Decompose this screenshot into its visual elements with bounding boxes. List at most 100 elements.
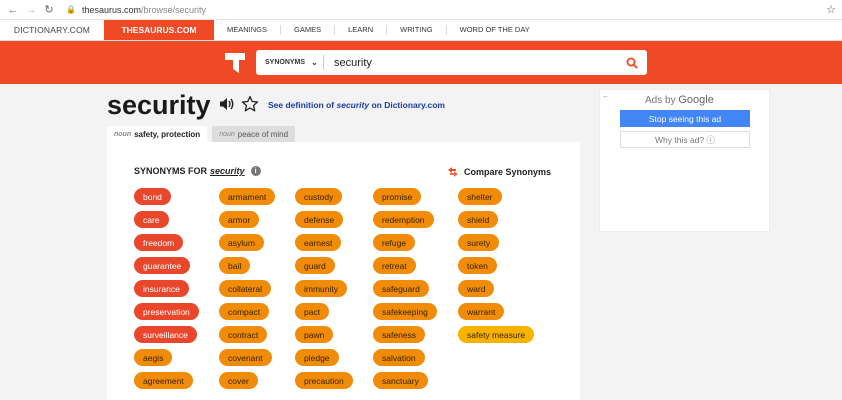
synonym-pill[interactable]: earnest (295, 234, 342, 251)
search-box: SYNONYMS ⌄ (256, 50, 647, 75)
tab-pos: noun (114, 130, 132, 138)
stop-seeing-ad-button[interactable]: Stop seeing this ad (620, 110, 750, 127)
synonym-pill[interactable]: surety (458, 234, 500, 251)
bookmark-star-icon[interactable]: ☆ (826, 3, 836, 16)
synonym-pill[interactable]: aegis (134, 349, 173, 366)
synonym-column-2: armament armor asylum bail collateral compact… (219, 188, 276, 395)
thesaurus-logo-icon[interactable] (224, 51, 246, 75)
back-arrow-icon[interactable]: ← (6, 3, 20, 17)
reload-icon[interactable]: ↻ (42, 3, 56, 17)
def-link-word: security (336, 100, 370, 110)
synonym-pill[interactable]: guarantee (134, 257, 191, 274)
chevron-down-icon: ⌄ (311, 58, 318, 67)
thesaurus-tab[interactable]: THESAURUS.COM (104, 20, 214, 40)
synonym-pill[interactable]: sanctuary (373, 372, 428, 389)
search-type-label: SYNONYMS (265, 59, 306, 66)
synonym-pill[interactable]: safety measure (458, 326, 535, 343)
synonym-pill[interactable]: ward (458, 280, 495, 297)
synonym-pill[interactable]: pawn (295, 326, 334, 343)
tab-label: safety, protection (134, 129, 201, 139)
synonym-column-3: custody defense earnest guard immunity pact pa… (295, 188, 353, 395)
address-bar[interactable]: 🔒 thesaurus.com/browse/security (66, 2, 826, 18)
site-nav: DICTIONARY.COM THESAURUS.COM MEANINGS GA… (0, 20, 842, 41)
synonym-column-5: shelter shield surety token ward warrant safet… (458, 188, 535, 349)
compare-synonyms-label: Compare Synonyms (464, 167, 552, 177)
headword: security (107, 90, 211, 120)
browser-toolbar: ← → ↻ 🔒 thesaurus.com/browse/security ☆ (0, 0, 842, 20)
why-this-ad-button[interactable]: Why this ad? ⓘ (620, 131, 750, 148)
def-link-prefix: See definition of (268, 100, 337, 110)
synonym-pill[interactable]: salvation (373, 349, 425, 366)
synonyms-card: SYNONYMS FOR security i Compare Synonyms… (107, 142, 580, 400)
synonym-pill[interactable]: shield (458, 211, 499, 228)
synonyms-heading-label: SYNONYMS FOR (134, 166, 208, 176)
synonym-pill[interactable]: warrant (458, 303, 505, 320)
synonym-pill[interactable]: compact (219, 303, 270, 320)
synonym-pill[interactable]: safeness (373, 326, 426, 343)
synonym-pill[interactable]: defense (295, 211, 344, 228)
synonym-pill[interactable]: guard (295, 257, 335, 274)
ads-brand: Google (678, 94, 714, 106)
site-nav-links: MEANINGS GAMES LEARN WRITING WORD OF THE… (214, 20, 543, 40)
search-icon[interactable] (617, 57, 647, 69)
synonym-pill[interactable]: surveillance (134, 326, 197, 343)
synonym-pill[interactable]: pact (295, 303, 330, 320)
tab-peace-of-mind[interactable]: noun peace of mind (212, 126, 296, 142)
synonym-pill[interactable]: token (458, 257, 497, 274)
dictionary-tab[interactable]: DICTIONARY.COM (0, 20, 104, 40)
synonym-pill[interactable]: custody (295, 188, 343, 205)
synonym-pill[interactable]: shelter (458, 188, 502, 205)
ads-by-google: Ads by Google (645, 94, 714, 106)
lock-icon: 🔒 (66, 5, 76, 14)
synonym-pill[interactable]: precaution (295, 372, 353, 389)
synonym-pill[interactable]: bond (134, 188, 171, 205)
synonym-pill[interactable]: promise (373, 188, 422, 205)
tab-safety-protection[interactable]: noun safety, protection (107, 126, 208, 142)
speaker-icon[interactable] (219, 97, 235, 116)
synonyms-heading: SYNONYMS FOR security i (134, 166, 261, 176)
synonym-pill[interactable]: armament (219, 188, 276, 205)
synonym-pill[interactable]: safekeeping (373, 303, 437, 320)
ad-back-icon[interactable]: ← (602, 91, 610, 100)
search-type-select[interactable]: SYNONYMS ⌄ (256, 55, 324, 70)
sense-tabs: noun safety, protection noun peace of mi… (107, 126, 296, 142)
synonym-pill[interactable]: safeguard (373, 280, 429, 297)
synonym-column-4: promise redemption refuge retreat safeguard s… (373, 188, 437, 395)
synonym-pill[interactable]: retreat (373, 257, 416, 274)
dictionary-definition-link[interactable]: See definition of security on Dictionary… (268, 100, 445, 110)
synonym-pill[interactable]: asylum (219, 234, 264, 251)
tab-pos: noun (219, 130, 235, 138)
synonym-pill[interactable]: care (134, 211, 169, 228)
synonym-pill[interactable]: collateral (219, 280, 272, 297)
synonym-pill[interactable]: immunity (295, 280, 348, 297)
tab-label: peace of mind (237, 129, 289, 139)
url-path: /browse/security (141, 4, 207, 15)
nav-link-meanings[interactable]: MEANINGS (214, 25, 282, 35)
synonym-pill[interactable]: pledge (295, 349, 339, 366)
favorite-star-icon[interactable] (241, 95, 259, 118)
nav-link-learn[interactable]: LEARN (335, 25, 388, 35)
synonym-pill[interactable]: armor (219, 211, 260, 228)
synonym-pill[interactable]: refuge (373, 234, 416, 251)
url-domain: thesaurus.com (81, 4, 141, 15)
compare-synonyms-button[interactable]: Compare Synonyms (447, 166, 551, 178)
synonym-pill[interactable]: redemption (373, 211, 434, 228)
synonym-pill[interactable]: freedom (134, 234, 184, 251)
synonym-pill[interactable]: bail (219, 257, 251, 274)
compare-icon (448, 167, 458, 177)
synonyms-heading-word: security (210, 166, 245, 176)
info-icon[interactable]: i (250, 166, 261, 176)
synonym-pill[interactable]: cover (219, 372, 258, 389)
nav-link-writing[interactable]: WRITING (387, 25, 447, 35)
forward-arrow-icon[interactable]: → (24, 3, 38, 17)
nav-link-word-of-the-day[interactable]: WORD OF THE DAY (447, 25, 543, 35)
synonym-pill[interactable]: preservation (134, 303, 199, 320)
synonym-pill[interactable]: covenant (219, 349, 272, 366)
nav-link-games[interactable]: GAMES (281, 25, 336, 35)
search-input[interactable] (324, 56, 617, 69)
synonym-pill[interactable]: insurance (134, 280, 189, 297)
synonym-pill[interactable]: contract (219, 326, 268, 343)
search-hero: SYNONYMS ⌄ (0, 41, 842, 84)
ad-panel: ← Ads by Google Stop seeing this ad Why … (599, 89, 770, 232)
synonym-pill[interactable]: agreement (134, 372, 193, 389)
